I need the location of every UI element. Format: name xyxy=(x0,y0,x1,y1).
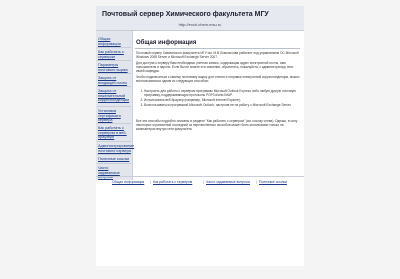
sidebar-item-certificate[interactable]: Установка сертификата сервера xyxy=(98,109,131,123)
sidebar-item-incoming-protection[interactable]: Защита от входящей почты xyxy=(98,76,131,85)
content-title: Общая информация xyxy=(136,40,197,46)
sidebar-divider xyxy=(97,73,131,74)
page-container: Почтовый сервер Химического факультета М… xyxy=(96,6,304,266)
methods-list: Настроить для работы с сервером программ… xyxy=(136,89,308,108)
footer-link-useful-links[interactable]: Полезные ссылки xyxy=(259,180,287,184)
sidebar-item-mailbox-params[interactable]: Параметры почтового ящика xyxy=(98,63,131,72)
footer-nav: Общая информация | Как работать с сервер… xyxy=(96,180,304,186)
site-url: http://exch.chem.msu.ru xyxy=(178,22,222,27)
access-paragraph: Для доступа к серверу Вам необходимо уче… xyxy=(136,61,294,73)
sidebar-divider xyxy=(97,47,131,48)
methods-note-paragraph: Все эти способы подробно описаны в разде… xyxy=(136,119,298,131)
sidebar-item-how-to-work[interactable]: Как работать с сервером xyxy=(98,50,131,59)
site-header: Почтовый сервер Химического факультета М… xyxy=(96,6,304,31)
sidebar-item-administration[interactable]: Администрирование почтового сервера xyxy=(98,144,134,153)
sidebar-divider xyxy=(97,163,131,164)
sidebar-divider xyxy=(97,86,131,87)
footer-link-faq[interactable]: Часто задаваемые вопросы xyxy=(206,180,250,184)
methods-intro-paragraph: Чтобы подключиться к своему почтовому ящ… xyxy=(136,75,300,83)
sidebar-item-faq[interactable]: Часто задаваемые вопросы xyxy=(98,166,131,180)
site-title: Почтовый сервер Химического факультета М… xyxy=(102,11,269,18)
sidebar-divider xyxy=(97,106,131,107)
footer-separator: | xyxy=(256,180,257,184)
sidebar-divider xyxy=(97,141,131,142)
sidebar-item-useful-links[interactable]: Полезные ссылки xyxy=(98,157,131,162)
sidebar-divider xyxy=(97,123,131,124)
sidebar-divider xyxy=(97,154,131,155)
footer-divider xyxy=(96,176,304,177)
list-item: Воспользоваться программой Microsoft Out… xyxy=(144,103,308,107)
footer-separator: | xyxy=(203,180,204,184)
content-divider xyxy=(135,48,300,49)
list-item: Настроить для работы с сервером программ… xyxy=(144,89,308,97)
sidebar-item-general-info[interactable]: Общая информация xyxy=(98,37,131,46)
sidebar-item-spam-protection[interactable]: Защита от нежелательной корреспонденции xyxy=(98,89,131,103)
sidebar-nav: Общая информация Как работать с сервером… xyxy=(96,31,134,180)
sidebar-item-web-browser[interactable]: Как работать с сервером в веб-браузере xyxy=(98,126,131,140)
footer-link-general-info[interactable]: Общая информация xyxy=(112,180,144,184)
sidebar-divider xyxy=(97,60,131,61)
intro-paragraph: Почтовый сервер Химического факультета М… xyxy=(136,51,299,59)
footer-separator: | xyxy=(150,180,151,184)
list-item: Использовать веб-браузер (например, Micr… xyxy=(144,98,308,102)
footer-link-how-to-work[interactable]: Как работать с сервером xyxy=(153,180,192,184)
